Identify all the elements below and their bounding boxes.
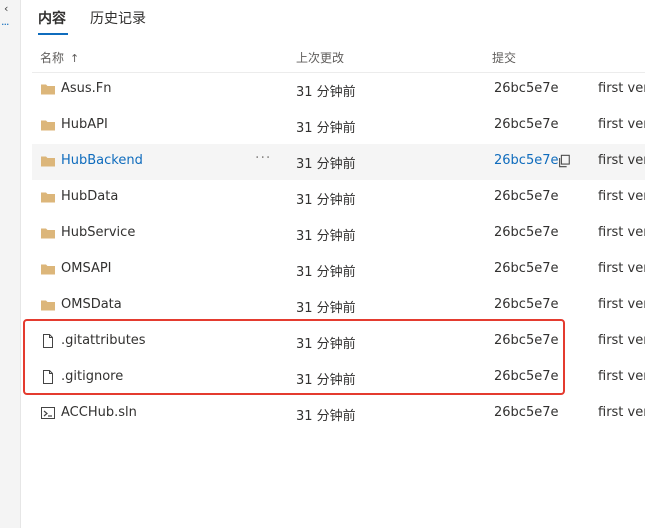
commit-link[interactable]: 26bc5e7e [494, 81, 558, 96]
commit-message: first ver [598, 81, 645, 96]
commit-link[interactable]: 26bc5e7e [494, 405, 558, 420]
file-name-link[interactable]: HubData [61, 189, 118, 204]
column-header-name[interactable]: 名称 ↑ [40, 49, 79, 66]
commit-link[interactable]: 26bc5e7e [494, 297, 558, 312]
commit-link[interactable]: 26bc5e7e [494, 153, 558, 168]
file-name-link[interactable]: OMSData [61, 297, 122, 312]
table-row[interactable]: HubAPI 31 分钟前 26bc5e7e first ver [32, 108, 645, 144]
folder-icon [40, 261, 56, 277]
highlight-annotation [23, 319, 565, 395]
copy-icon[interactable] [557, 153, 573, 169]
table-row[interactable]: Asus.Fn 31 分钟前 26bc5e7e first ver [32, 72, 645, 108]
commit-message: first ver [598, 189, 645, 204]
tab-contents[interactable]: 内容 [38, 8, 66, 28]
chevron-left-icon[interactable]: ‹ [4, 2, 8, 15]
commit-link[interactable]: 26bc5e7e [494, 117, 558, 132]
file-name-link[interactable]: ACCHub.sln [61, 405, 137, 420]
commit-link[interactable]: 26bc5e7e [494, 261, 558, 276]
tab-history[interactable]: 历史记录 [90, 8, 146, 28]
tab-selected-indicator [38, 33, 68, 35]
last-changed-time: 31 分钟前 [296, 193, 356, 208]
file-list-header: 名称 ↑ 上次更改 提交 [32, 40, 645, 73]
last-changed-time: 31 分钟前 [296, 157, 356, 172]
commit-message: first ver [598, 333, 645, 348]
commit-message: first ver [598, 297, 645, 312]
commit-link[interactable]: 26bc5e7e [494, 189, 558, 204]
file-name-link[interactable]: Asus.Fn [61, 81, 112, 96]
more-icon[interactable]: ··· [1, 18, 9, 31]
folder-icon [40, 225, 56, 241]
file-name-link[interactable]: HubBackend [61, 153, 143, 168]
file-name-link[interactable]: HubService [61, 225, 135, 240]
sort-ascending-icon: ↑ [70, 52, 80, 65]
table-row[interactable]: HubBackend ··· 31 分钟前 26bc5e7e first ver [32, 144, 645, 180]
tab-history-label: 历史记录 [90, 11, 146, 27]
column-header-last-changed-label: 上次更改 [296, 51, 345, 65]
table-row[interactable]: OMSAPI 31 分钟前 26bc5e7e first ver [32, 252, 645, 288]
column-header-commit-label: 提交 [492, 51, 517, 65]
commit-link[interactable]: 26bc5e7e [494, 225, 558, 240]
table-row[interactable]: HubData 31 分钟前 26bc5e7e first ver [32, 180, 645, 216]
last-changed-time: 31 分钟前 [296, 85, 356, 100]
commit-message: first ver [598, 261, 645, 276]
folder-icon [40, 153, 56, 169]
table-row[interactable]: HubService 31 分钟前 26bc5e7e first ver [32, 216, 645, 252]
commit-message: first ver [598, 369, 645, 384]
column-header-commit[interactable]: 提交 [492, 49, 516, 66]
last-changed-time: 31 分钟前 [296, 265, 356, 280]
left-sidebar-strip: ‹ ··· [0, 0, 21, 528]
last-changed-time: 31 分钟前 [296, 121, 356, 136]
tab-contents-label: 内容 [38, 11, 66, 27]
last-changed-time: 31 分钟前 [296, 409, 356, 424]
folder-icon [40, 81, 56, 97]
commit-message: first ver [598, 117, 645, 132]
file-name-link[interactable]: HubAPI [61, 117, 108, 132]
folder-icon [40, 189, 56, 205]
file-name-link[interactable]: OMSAPI [61, 261, 112, 276]
more-actions-button[interactable]: ··· [255, 150, 271, 166]
column-header-last-changed[interactable]: 上次更改 [296, 49, 344, 66]
folder-icon [40, 297, 56, 313]
last-changed-time: 31 分钟前 [296, 301, 356, 316]
folder-icon [40, 117, 56, 133]
commit-message: first ver [598, 153, 645, 168]
commit-message: first ver [598, 405, 645, 420]
last-changed-time: 31 分钟前 [296, 229, 356, 244]
commit-message: first ver [598, 225, 645, 240]
table-row[interactable]: ACCHub.sln 31 分钟前 26bc5e7e first ver [32, 396, 645, 432]
solution-file-icon [40, 405, 56, 421]
column-header-name-label: 名称 [40, 51, 65, 65]
